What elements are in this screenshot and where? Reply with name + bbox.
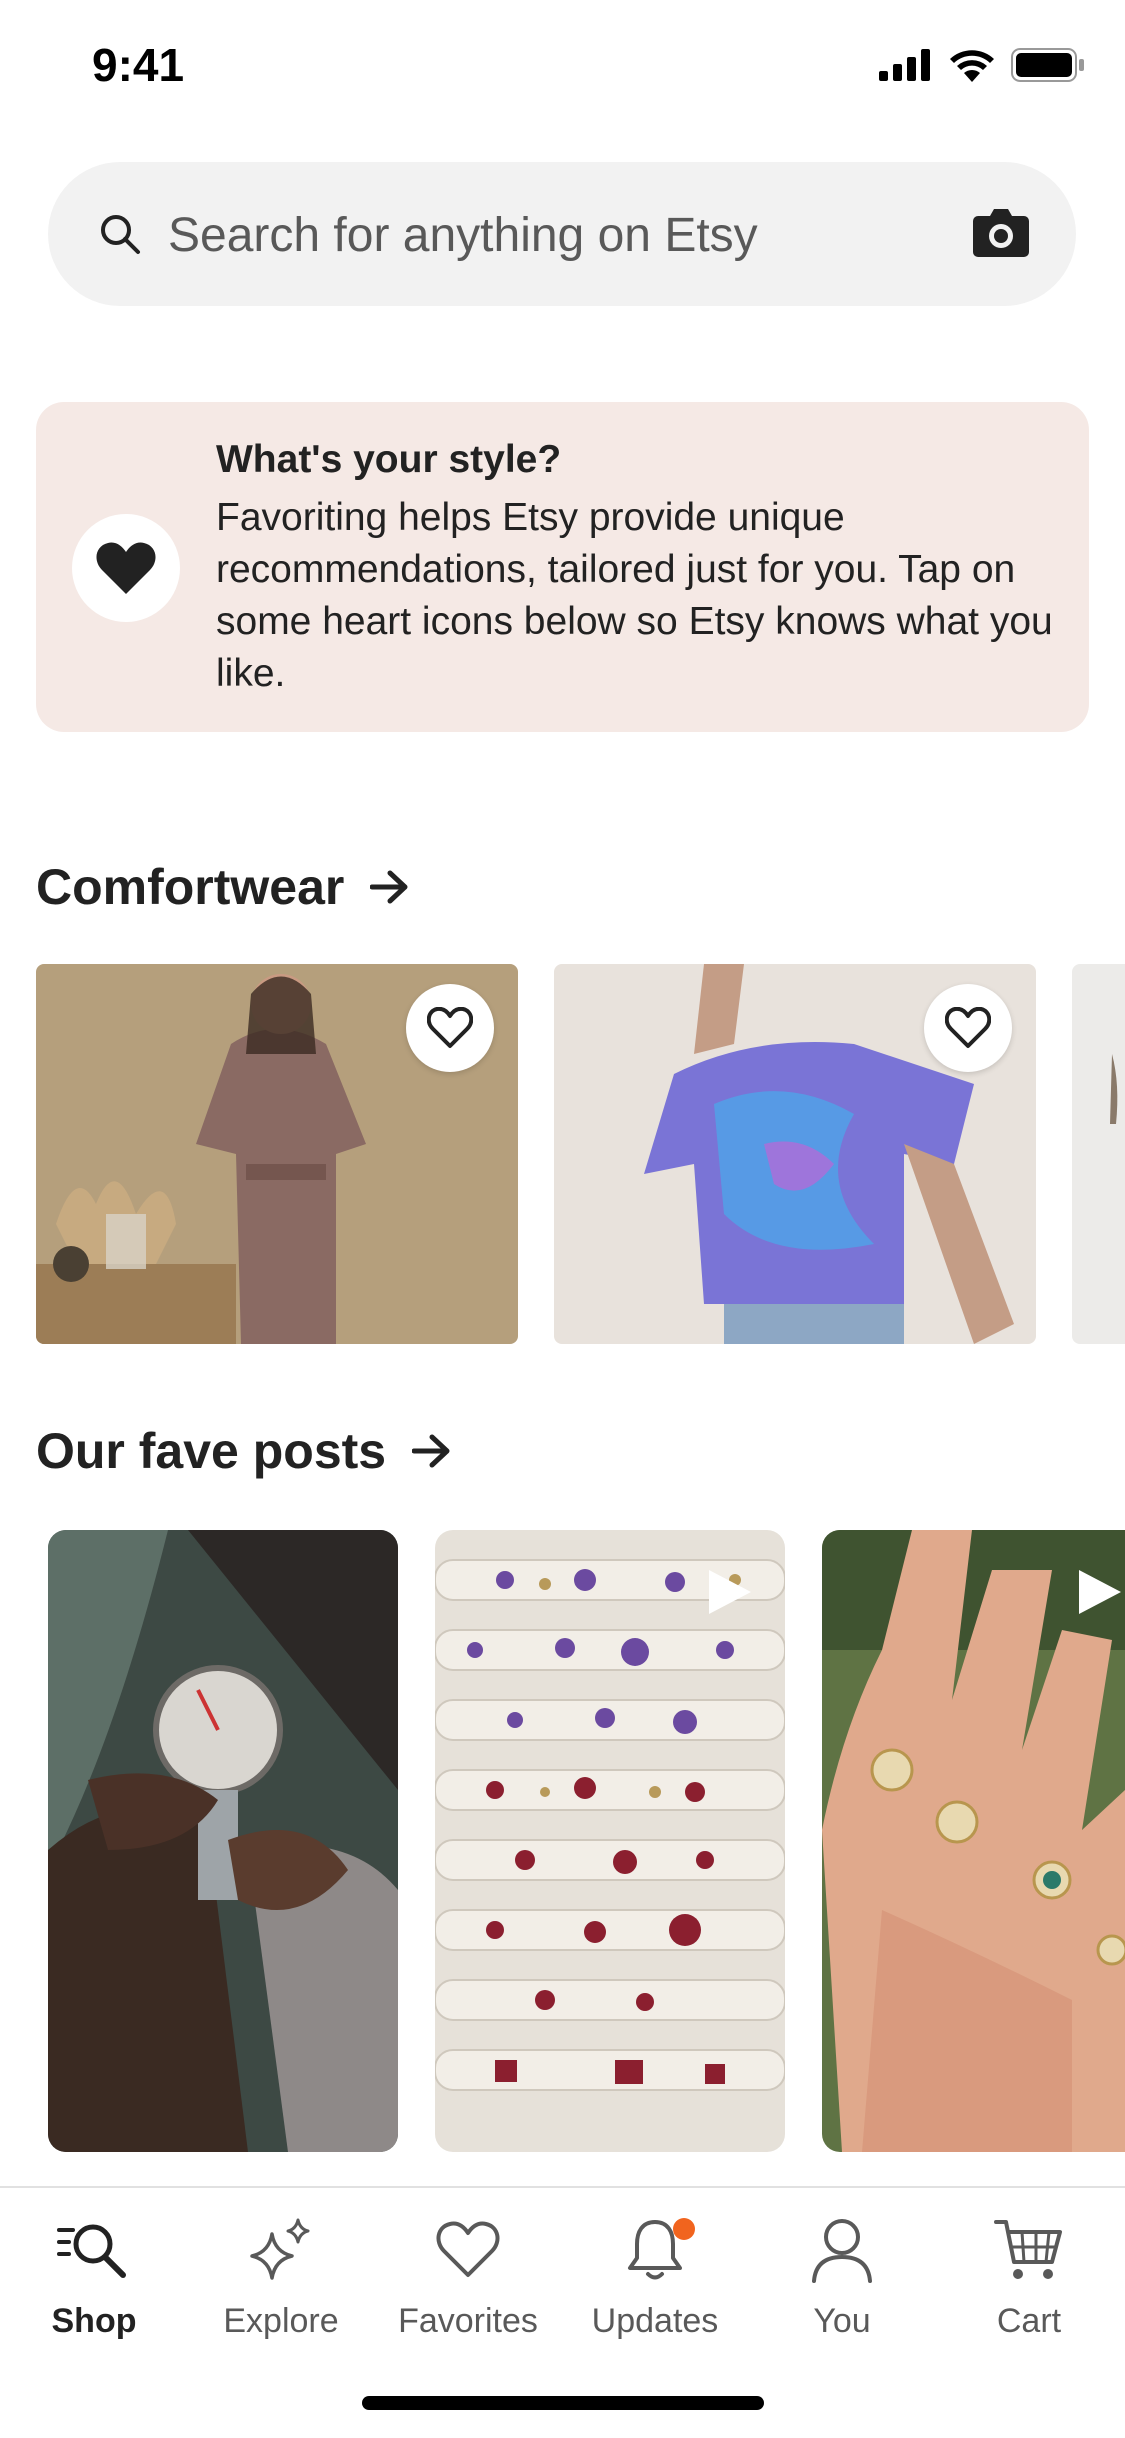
tab-you[interactable]: You (748, 2212, 936, 2362)
product-card[interactable] (36, 964, 518, 1344)
sparkle-icon (248, 2212, 314, 2288)
post-photo-caliper (48, 1530, 398, 2152)
product-photo-partial (1072, 964, 1125, 1344)
search-icon (98, 212, 142, 261)
play-icon (709, 1570, 751, 1614)
tab-label: You (813, 2302, 871, 2340)
tab-shop[interactable]: Shop (0, 2212, 188, 2362)
banner-heart-badge (72, 514, 180, 622)
tab-updates[interactable]: Updates (561, 2212, 749, 2362)
section-title: Our fave posts (36, 1423, 387, 1479)
post-photo-rings-hand (822, 1530, 1125, 2152)
wifi-icon (950, 50, 994, 82)
tab-cart[interactable]: Cart (935, 2212, 1123, 2362)
tab-explore[interactable]: Explore (187, 2212, 375, 2362)
favorite-button[interactable] (406, 984, 494, 1072)
tab-label: Favorites (398, 2302, 538, 2340)
tab-label: Shop (51, 2302, 137, 2340)
section-title: Comfortwear (36, 859, 345, 915)
camera-icon[interactable] (972, 206, 1030, 263)
product-card[interactable] (554, 964, 1036, 1344)
status-icons (879, 48, 1085, 82)
banner-title: What's your style? (216, 438, 562, 481)
battery-icon (1011, 48, 1084, 82)
heart-icon (96, 542, 156, 594)
favorite-button[interactable] (924, 984, 1012, 1072)
tab-label: Explore (223, 2302, 339, 2340)
arrow-right-icon (412, 1434, 450, 1468)
play-icon (1079, 1570, 1121, 1614)
fave-posts-header[interactable]: Our fave posts (36, 1422, 452, 1480)
arrow-right-icon (370, 870, 408, 904)
search-bar[interactable]: Search for anything on Etsy (48, 162, 1076, 306)
cart-icon (994, 2212, 1064, 2288)
heart-outline-icon (945, 1007, 991, 1048)
heart-outline-icon (436, 2212, 500, 2288)
post-card[interactable] (822, 1530, 1125, 2152)
shop-search-icon (57, 2212, 131, 2288)
post-card[interactable] (48, 1530, 398, 2152)
banner-body: Favoriting helps Etsy provide unique rec… (216, 496, 1053, 695)
post-card[interactable] (435, 1530, 785, 2152)
status-bar: 9:41 (0, 0, 1125, 140)
style-banner: What's your style? Favoriting helps Etsy… (36, 402, 1089, 732)
search-input[interactable]: Search for anything on Etsy (168, 208, 758, 263)
notification-badge (673, 2218, 695, 2240)
product-card[interactable] (1072, 964, 1125, 1344)
comfortwear-header[interactable]: Comfortwear (36, 858, 410, 916)
post-photo-ring-tray (435, 1530, 785, 2152)
home-indicator (362, 2396, 764, 2410)
tab-label: Updates (591, 2302, 719, 2340)
cellular-signal-icon (879, 49, 930, 81)
person-icon (810, 2212, 874, 2288)
tab-label: Cart (996, 2302, 1062, 2340)
heart-outline-icon (427, 1007, 473, 1048)
status-time: 9:41 (92, 39, 185, 91)
tab-favorites[interactable]: Favorites (374, 2212, 562, 2362)
